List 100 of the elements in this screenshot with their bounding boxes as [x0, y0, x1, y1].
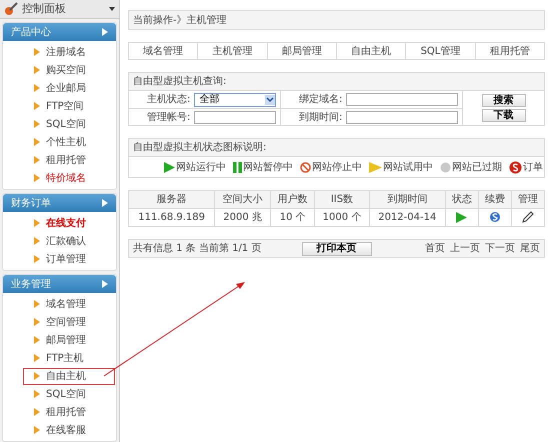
column-header: 续费 [478, 190, 512, 208]
page-info: 共有信息 1 条 当前第 1/1 页 [133, 242, 262, 256]
bullet-icon [34, 48, 40, 56]
legend-label: 订单 [523, 160, 543, 174]
column-header: IIS数 [314, 190, 370, 208]
table-cell: 111.68.9.189 [128, 208, 215, 226]
sidebar-link[interactable]: 租用托管 [23, 152, 115, 168]
prohibited-icon [300, 162, 311, 172]
sidebar-link[interactable]: 企业邮局 [23, 80, 115, 96]
status-select[interactable]: 全部 [194, 92, 276, 106]
panel-title: 控制面板 [22, 0, 67, 17]
tab[interactable]: 主机管理 [198, 43, 268, 59]
domain-field[interactable] [346, 93, 458, 106]
bullet-icon [34, 426, 40, 434]
bullet-icon [34, 336, 40, 344]
sidebar-link[interactable]: 订单管理 [23, 250, 115, 268]
arrow-icon [102, 199, 108, 207]
table-cell: 2012-04-14 [369, 208, 446, 226]
sidebar-link[interactable]: 个性主机 [23, 134, 115, 150]
pencil-icon[interactable] [522, 211, 534, 224]
bullet-icon [34, 354, 40, 362]
tab[interactable]: 域名管理 [129, 43, 198, 59]
pause-icon [233, 162, 242, 172]
column-header: 空间大小 [214, 190, 270, 208]
column-header: 管理 [511, 190, 544, 208]
bullet-icon [34, 102, 40, 110]
control-panel-header[interactable]: 控制面板 [0, 0, 119, 19]
sidebar-link[interactable]: 汇款确认 [23, 232, 115, 250]
section-title: 产品中心 [11, 26, 51, 40]
page-link[interactable]: 尾页 [520, 241, 540, 256]
date-field[interactable] [346, 110, 458, 124]
table-cell: 2000 兆 [214, 208, 270, 226]
section-title: 财务订单 [11, 196, 51, 210]
bullet-icon [34, 318, 40, 326]
legend-label: 网站运行中 [176, 160, 226, 174]
bullet-icon [34, 372, 40, 380]
breadcrumb: 当前操作-》主机管理 [128, 10, 545, 30]
field-label: 绑定域名: [299, 92, 342, 107]
arrow-icon [102, 28, 108, 36]
sidebar-link[interactable]: 租用托管 [23, 404, 115, 420]
panel-title: 自由型虚拟主机查询: [129, 73, 544, 91]
bullet-icon [34, 120, 40, 128]
page-link[interactable]: 上一页 [450, 241, 480, 256]
column-header: 服务器 [128, 190, 215, 208]
print-button[interactable]: 打印本页 [302, 242, 372, 256]
sidebar-link[interactable]: 域名管理 [23, 296, 115, 312]
bullet-icon [34, 174, 40, 182]
panel-title: 自由型虚拟主机状态图标说明: [129, 139, 544, 157]
renew-icon[interactable] [488, 210, 501, 224]
action-button[interactable]: 下载 [482, 109, 526, 122]
tab[interactable]: 邮局管理 [268, 43, 337, 59]
sidebar-link[interactable]: 空间管理 [23, 314, 115, 330]
bullet-icon [34, 408, 40, 416]
bullet-icon [34, 219, 40, 227]
bullet-icon [34, 66, 40, 74]
play-icon [164, 162, 175, 172]
sidebar-link[interactable]: 邮局管理 [23, 332, 115, 348]
field-label: 管理帐号: [147, 110, 190, 124]
field-label: 主机状态: [147, 92, 190, 107]
tab[interactable]: 自由主机 [336, 43, 406, 59]
legend-label: 网站已过期 [452, 160, 502, 174]
page-link[interactable]: 首页 [425, 241, 445, 256]
account-field[interactable] [194, 110, 276, 124]
bullet-icon [34, 138, 40, 146]
bullet-icon [34, 255, 40, 263]
bullet-icon [34, 237, 40, 245]
column-header: 状态 [445, 190, 478, 208]
page-link[interactable]: 下一页 [485, 241, 515, 256]
bullet-icon [34, 300, 40, 308]
bullet-icon [34, 156, 40, 164]
sidebar-link[interactable]: 特价域名 [23, 170, 115, 186]
arrow-icon [102, 280, 108, 288]
sidebar-link[interactable]: 在线支付 [23, 214, 115, 232]
sidebar-link[interactable]: SQL空间 [23, 116, 115, 132]
sidebar-link[interactable]: 自由主机 [23, 368, 115, 384]
section-header[interactable]: 产品中心 [3, 23, 116, 41]
column-header: 到期时间 [369, 190, 446, 208]
legend-label: 网站停止中 [312, 160, 362, 174]
legend-label: 网站暂停中 [243, 160, 293, 174]
field-label: 到期时间: [299, 110, 342, 124]
tab[interactable]: SQL管理 [406, 43, 476, 59]
tools-icon [4, 2, 18, 16]
tab[interactable]: 租用托管 [476, 43, 544, 59]
sidebar-link[interactable]: 在线客服 [23, 422, 115, 438]
column-header: 用户数 [270, 190, 315, 208]
legend-label: 网站试用中 [383, 160, 433, 174]
play-icon [456, 212, 468, 223]
section-title: 业务管理 [11, 278, 51, 292]
circle-icon [440, 162, 451, 172]
sidebar-link[interactable]: FTP主机 [23, 350, 113, 366]
dropdown-icon [109, 7, 115, 11]
sidebar-link[interactable]: SQL空间 [23, 386, 115, 402]
bullet-icon [34, 390, 40, 398]
sidebar-link[interactable]: 购买空间 [23, 62, 115, 78]
action-button[interactable]: 搜索 [482, 94, 526, 107]
table-cell: 10 个 [270, 208, 315, 226]
sidebar-link[interactable]: 注册域名 [23, 44, 115, 60]
sidebar-link[interactable]: FTP空间 [23, 98, 113, 114]
play-icon [369, 162, 382, 172]
table-cell: 1000 个 [314, 208, 370, 226]
